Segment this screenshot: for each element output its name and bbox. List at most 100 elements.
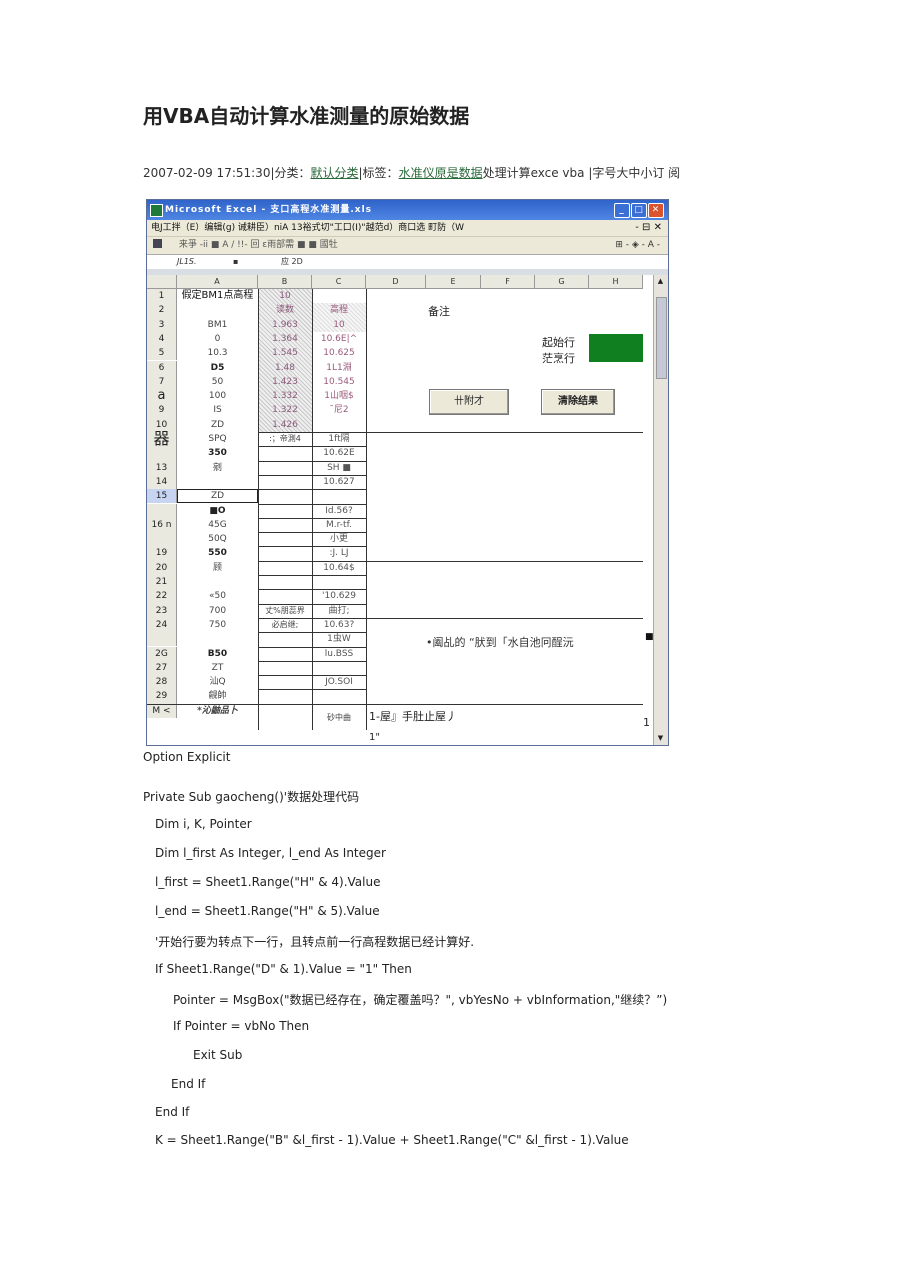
row-header[interactable]: 28 <box>147 675 177 690</box>
scroll-up-icon[interactable]: ▲ <box>656 277 665 286</box>
row-header[interactable] <box>147 503 177 518</box>
row-header[interactable]: 21 <box>147 575 177 590</box>
minimize-icon[interactable]: _ <box>614 203 630 218</box>
cell-c: 1ft隔 <box>328 434 350 444</box>
column-header-c[interactable]: C <box>312 275 366 289</box>
cell-c: 10.62E <box>323 448 355 459</box>
grid-line <box>258 289 259 730</box>
column-header-b[interactable]: B <box>258 275 312 289</box>
row-header[interactable]: 6 <box>147 360 177 375</box>
start-row-label: 起始行 <box>542 335 575 349</box>
row-header[interactable]: 4 <box>147 331 177 347</box>
dropdown-arrow-icon[interactable]: ▪ <box>233 255 238 269</box>
cell-b: 1.364 <box>272 333 298 344</box>
name-box[interactable]: JL1S. <box>177 255 197 269</box>
formula-content[interactable]: 应 2D <box>281 255 303 269</box>
grid-line <box>258 660 366 662</box>
category-label: |分类： <box>270 166 311 180</box>
row-header[interactable]: 5 <box>147 346 177 361</box>
menu-window-controls[interactable]: - ⊟ ✕ <box>635 220 662 236</box>
column-header-e[interactable]: E <box>426 275 481 289</box>
tag-link[interactable]: 水准仪原是数据 <box>399 166 483 180</box>
cell-a: ZD <box>210 419 225 430</box>
cell-b: 1.963 <box>272 319 298 330</box>
row-header[interactable] <box>147 532 177 547</box>
column-header-h[interactable]: H <box>589 275 643 289</box>
cell-a: 假定BM1点高程 <box>181 290 254 301</box>
category-link[interactable]: 默认分类 <box>311 166 359 180</box>
cell-a: BM1 <box>207 319 228 330</box>
row-header[interactable]: 24 <box>147 617 177 633</box>
excel-window-title: Microsoft Excel - 支口高程水准测量.xls <box>165 205 373 215</box>
cell-c: M.r-tf. <box>326 519 352 530</box>
column-header-f[interactable]: F <box>481 275 535 289</box>
font-size-options[interactable]: |字号大中小订 阅 <box>588 166 680 180</box>
select-all-corner[interactable] <box>147 275 177 289</box>
grid-line <box>312 289 313 730</box>
vertical-scrollbar[interactable]: ▲ ▼ <box>653 275 668 745</box>
code-line: If Sheet1.Range("D" & 1).Value = "1" The… <box>155 962 412 976</box>
maximize-icon[interactable]: □ <box>631 203 647 218</box>
row-header[interactable]: 16 n <box>147 517 177 533</box>
row-header[interactable]: 20 <box>147 560 177 575</box>
cell-a: 汕Q <box>209 677 226 688</box>
grid-line <box>258 432 366 433</box>
cell-a: D5 <box>210 362 225 373</box>
row-header[interactable]: 14 <box>147 474 177 490</box>
cell-a: 50 <box>211 376 224 387</box>
row-header[interactable]: 22 <box>147 589 177 604</box>
cell-c: 10.545 <box>323 376 355 387</box>
excel-toolbar-text[interactable]: 来爭 -ii ■ A / !!- 回 ε雨部需 ■ ■ 國牡 <box>179 240 338 250</box>
cell-b: 读数 <box>275 305 294 316</box>
column-header-g[interactable]: G <box>535 275 589 289</box>
row-header[interactable]: 19 <box>147 546 177 561</box>
scroll-down-icon[interactable]: ▼ <box>656 734 665 743</box>
cell-c: 10.625 <box>323 348 355 359</box>
row-header[interactable]: 9 <box>147 403 177 418</box>
row-header[interactable]: M < <box>147 703 177 718</box>
spreadsheet-grid[interactable]: A B C D E F G H 1 2 3 4 5 6 7 a 9 10 器 13 14 15 16 n 19 20 21 22 23… <box>147 275 654 745</box>
cell-c: 1山咽$ <box>324 391 354 402</box>
page-title: 用VBA自动计算水准测量的原始数据 <box>143 104 470 128</box>
row-header[interactable]: 2 <box>147 303 177 318</box>
row-header[interactable]: 7 <box>147 374 177 390</box>
code-line: Option Explicit <box>143 750 231 764</box>
grid-line <box>258 460 366 462</box>
row-header[interactable]: 2G <box>147 646 177 661</box>
row-header[interactable]: 29 <box>147 689 177 704</box>
grid-line <box>366 617 643 619</box>
code-line: l_end = Sheet1.Range("H" & 5).Value <box>155 904 380 918</box>
scroll-thumb[interactable] <box>656 297 667 379</box>
cell-c: '10.629 <box>322 591 356 602</box>
code-line: End If <box>171 1077 206 1091</box>
row-header[interactable]: 15 <box>147 489 177 504</box>
row-header[interactable]: 1 <box>147 289 177 304</box>
bottom-d2-text: 1" <box>369 731 380 743</box>
clear-results-button[interactable]: 清除结果 <box>541 389 615 416</box>
row-header[interactable] <box>147 632 177 647</box>
excel-menu-bar[interactable]: 电J工拌（E）编辑(g) 诫耕臣）niA 13裕式切"工口(I)"越范d）商口选… <box>147 220 668 236</box>
cell-b: 丈%朋蕊界 <box>265 605 305 615</box>
excel-app-icon <box>150 204 163 217</box>
cell-b: 1.332 <box>272 391 298 402</box>
excel-toolbar[interactable]: 来爭 -ii ■ A / !!- 回 ε雨部需 ■ ■ 國牡 ⊞ - ◈ - A… <box>147 236 668 254</box>
excel-menu-text[interactable]: 电J工拌（E）编辑(g) 诫耕臣）niA 13裕式切"工口(I)"越范d）商口选… <box>151 223 464 233</box>
column-header-d[interactable]: D <box>366 275 426 289</box>
row-header[interactable]: 27 <box>147 660 177 676</box>
column-header-a[interactable]: A <box>177 275 258 289</box>
row-header[interactable]: 3 <box>147 317 177 332</box>
grid-line <box>258 675 366 677</box>
row-header[interactable]: 13 <box>147 460 177 475</box>
toolbar-color-icons[interactable]: ⊞ - ◈ - A - <box>615 237 660 254</box>
save-icon[interactable] <box>153 239 162 248</box>
calculate-button[interactable]: 卄附才 <box>429 389 509 416</box>
cell-a: ZD <box>210 491 225 502</box>
close-icon[interactable]: ✕ <box>648 203 664 218</box>
row-header[interactable] <box>147 446 177 461</box>
row-header[interactable]: 23 <box>147 603 177 618</box>
row-header[interactable]: 器 <box>147 430 177 447</box>
tag-rest: 处理计算exce vba <box>482 166 589 180</box>
row-header[interactable]: a <box>147 388 177 404</box>
grid-line <box>366 289 367 730</box>
grid-line <box>366 560 643 562</box>
